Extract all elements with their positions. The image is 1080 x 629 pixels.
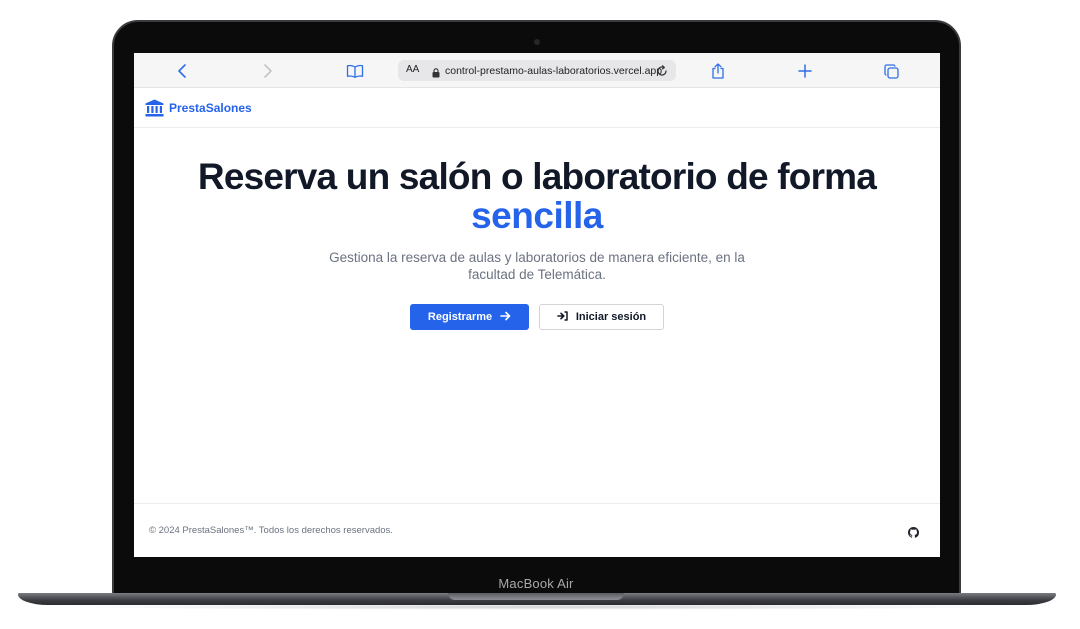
url-text: control-prestamo-aulas-laboratorios.verc…: [445, 65, 663, 77]
login-button[interactable]: Iniciar sesión: [539, 304, 664, 330]
copyright-text: © 2024 PrestaSalones™. Todos los derecho…: [149, 525, 393, 536]
chevron-right-icon[interactable]: [258, 61, 278, 81]
github-icon[interactable]: [908, 525, 919, 543]
hero-title: Reserva un salón o laboratorio de forma: [197, 156, 877, 197]
screen: AA control-prestamo-aulas-laboratorios.v…: [134, 53, 940, 557]
site-footer: © 2024 PrestaSalones™. Todos los derecho…: [134, 503, 940, 557]
login-button-label: Iniciar sesión: [575, 311, 647, 323]
hero-title-accent: sencilla: [471, 195, 603, 236]
arrow-right-icon: [500, 311, 511, 324]
hero-subtitle: Gestiona la reserva de aulas y laborator…: [329, 250, 745, 282]
reload-icon[interactable]: [656, 64, 668, 82]
register-button[interactable]: Registrarme: [410, 304, 529, 330]
share-icon[interactable]: [708, 61, 728, 81]
book-icon[interactable]: [345, 61, 365, 81]
lock-icon: [432, 65, 440, 83]
laptop-shadow: [60, 604, 1016, 610]
tabs-icon[interactable]: [881, 61, 901, 81]
register-button-label: Registrarme: [427, 311, 493, 323]
camera-icon: [534, 39, 540, 45]
plus-icon[interactable]: [795, 61, 815, 81]
institution-icon[interactable]: [145, 99, 164, 122]
sign-in-icon: [557, 310, 568, 324]
address-bar[interactable]: AA control-prestamo-aulas-laboratorios.v…: [398, 60, 676, 81]
device-label: MacBook Air: [498, 576, 574, 591]
chevron-left-icon[interactable]: [172, 61, 192, 81]
text-size-button[interactable]: AA: [406, 64, 419, 75]
laptop-notch: [448, 593, 624, 600]
browser-toolbar: AA control-prestamo-aulas-laboratorios.v…: [134, 53, 940, 88]
site-header: PrestaSalones: [134, 88, 940, 128]
brand-name[interactable]: PrestaSalones: [169, 101, 252, 115]
